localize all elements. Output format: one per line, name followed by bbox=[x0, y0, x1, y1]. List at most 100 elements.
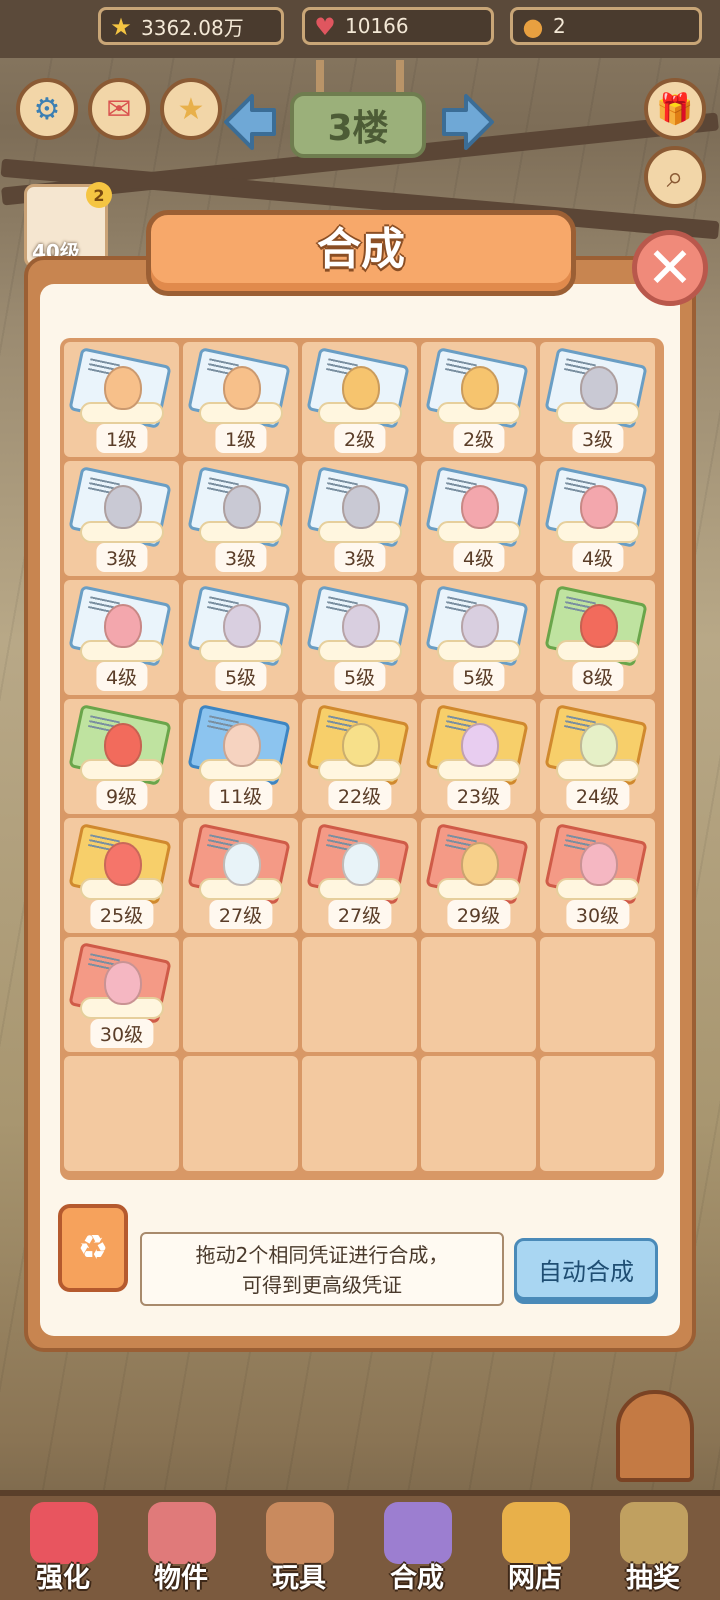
merge-slot-item[interactable]: 3级 bbox=[540, 342, 655, 457]
next-floor-arrow-icon[interactable] bbox=[440, 90, 496, 154]
gear-icon: ⚙ bbox=[33, 91, 61, 127]
egg-icon bbox=[461, 723, 499, 767]
merge-slot-empty[interactable] bbox=[421, 937, 536, 1052]
merge-slot-item[interactable]: 11级 bbox=[183, 699, 298, 814]
merge-slot-item[interactable]: 1级 bbox=[64, 342, 179, 457]
egg-icon bbox=[104, 723, 142, 767]
merge-slot-empty[interactable] bbox=[302, 1056, 417, 1171]
nav-label: 抽奖 bbox=[626, 1563, 680, 1594]
recycle-bin[interactable]: ♻ bbox=[58, 1204, 128, 1292]
merge-slot-empty[interactable] bbox=[302, 937, 417, 1052]
merge-slot-empty[interactable] bbox=[540, 1056, 655, 1171]
egg-icon bbox=[461, 485, 499, 529]
nav-label: 网店 bbox=[508, 1563, 562, 1594]
sign-rope bbox=[316, 60, 324, 96]
wheel-icon bbox=[620, 1502, 688, 1564]
merge-slot-item[interactable]: 3级 bbox=[302, 461, 417, 576]
nav-item-0[interactable]: 强化 bbox=[8, 1502, 118, 1598]
merge-slot-item[interactable]: 30级 bbox=[540, 818, 655, 933]
star-currency-value: 3362.08万 bbox=[141, 15, 244, 40]
item-level: 1级 bbox=[214, 424, 267, 453]
merge-slot-item[interactable]: 27级 bbox=[302, 818, 417, 933]
heart-icon: ♥ bbox=[314, 13, 336, 41]
merge-hint: 拖动2个相同凭证进行合成， 可得到更高级凭证 bbox=[140, 1232, 504, 1306]
merge-slot-item[interactable]: 4级 bbox=[421, 461, 536, 576]
merge-slot-item[interactable]: 9级 bbox=[64, 699, 179, 814]
merge-slot-item[interactable]: 3级 bbox=[64, 461, 179, 576]
merge-slot-item[interactable]: 25级 bbox=[64, 818, 179, 933]
merge-slot-empty[interactable] bbox=[421, 1056, 536, 1171]
merge-slot-item[interactable]: 5级 bbox=[421, 580, 536, 695]
settings-button[interactable]: ⚙ bbox=[16, 78, 78, 140]
merge-slot-item[interactable]: 22级 bbox=[302, 699, 417, 814]
egg-icon bbox=[104, 842, 142, 886]
nav-label: 玩具 bbox=[272, 1563, 326, 1594]
merge-slot-item[interactable]: 30级 bbox=[64, 937, 179, 1052]
heart-currency-value: 10166 bbox=[345, 14, 409, 38]
merge-slot-item[interactable]: 4级 bbox=[540, 461, 655, 576]
recycle-icon: ♻ bbox=[77, 1228, 109, 1268]
merge-slot-empty[interactable] bbox=[183, 1056, 298, 1171]
merge-slot-item[interactable]: 5级 bbox=[183, 580, 298, 695]
egg-icon bbox=[223, 366, 261, 410]
merge-slot-empty[interactable] bbox=[64, 1056, 179, 1171]
nav-item-1[interactable]: 物件 bbox=[126, 1502, 236, 1598]
nav-item-4[interactable]: 网店 bbox=[480, 1502, 590, 1598]
cat-house-icon bbox=[266, 1502, 334, 1564]
paw-coin-currency: ● 2 bbox=[510, 7, 702, 45]
egg-icon bbox=[104, 961, 142, 1005]
merge-slot-item[interactable]: 5级 bbox=[302, 580, 417, 695]
merge-slot-item[interactable]: 2级 bbox=[302, 342, 417, 457]
nav-label: 合成 bbox=[390, 1563, 444, 1594]
merge-slot-item[interactable]: 23级 bbox=[421, 699, 536, 814]
auto-merge-button[interactable]: 自动合成 bbox=[514, 1238, 658, 1300]
item-level: 23级 bbox=[446, 781, 511, 810]
egg-icon bbox=[104, 604, 142, 648]
item-level: 2级 bbox=[452, 424, 505, 453]
item-level: 2级 bbox=[333, 424, 386, 453]
egg-icon bbox=[223, 842, 261, 886]
item-level: 27级 bbox=[327, 900, 392, 929]
merge-slot-item[interactable]: 24级 bbox=[540, 699, 655, 814]
heart-currency: ♥ 10166 bbox=[302, 7, 494, 45]
merge-slot-item[interactable]: 8级 bbox=[540, 580, 655, 695]
nav-item-5[interactable]: 抽奖 bbox=[598, 1502, 708, 1598]
merge-slot-item[interactable]: 27级 bbox=[183, 818, 298, 933]
merge-slot-item[interactable]: 1级 bbox=[183, 342, 298, 457]
exit-door-button[interactable] bbox=[616, 1390, 694, 1482]
merge-slot-item[interactable]: 3级 bbox=[183, 461, 298, 576]
egg-icon bbox=[223, 723, 261, 767]
item-level: 4级 bbox=[452, 543, 505, 572]
nav-item-3[interactable]: 合成 bbox=[362, 1502, 472, 1598]
lollipop-icon bbox=[30, 1502, 98, 1564]
hint-line-1: 拖动2个相同凭证进行合成， bbox=[195, 1243, 449, 1267]
gift-button[interactable]: 🎁 bbox=[644, 78, 706, 140]
item-level: 29级 bbox=[446, 900, 511, 929]
item-level: 3级 bbox=[214, 543, 267, 572]
egg-icon bbox=[461, 604, 499, 648]
search-button[interactable]: ⌕ bbox=[644, 146, 706, 208]
egg-icon bbox=[104, 366, 142, 410]
merge-slot-item[interactable]: 29级 bbox=[421, 818, 536, 933]
item-level: 24级 bbox=[565, 781, 630, 810]
egg-icon bbox=[342, 485, 380, 529]
previous-floor-arrow-icon[interactable] bbox=[222, 90, 278, 154]
close-button[interactable]: ✕ bbox=[632, 230, 708, 306]
merge-slot-item[interactable]: 2级 bbox=[421, 342, 536, 457]
merge-slot-empty[interactable] bbox=[540, 937, 655, 1052]
mail-button[interactable]: ✉ bbox=[88, 78, 150, 140]
album-button[interactable]: ★ bbox=[160, 78, 222, 140]
item-level: 5级 bbox=[333, 662, 386, 691]
item-level: 11级 bbox=[208, 781, 273, 810]
egg-icon bbox=[104, 485, 142, 529]
merge-slot-item[interactable]: 4级 bbox=[64, 580, 179, 695]
nav-item-2[interactable]: 玩具 bbox=[244, 1502, 354, 1598]
egg-icon bbox=[342, 366, 380, 410]
egg-icon bbox=[580, 604, 618, 648]
egg-icon bbox=[580, 723, 618, 767]
merge-slot-empty[interactable] bbox=[183, 937, 298, 1052]
magnifier-icon: ⌕ bbox=[666, 159, 684, 195]
gift-icon: 🎁 bbox=[656, 91, 694, 127]
item-level: 5级 bbox=[452, 662, 505, 691]
item-level: 5级 bbox=[214, 662, 267, 691]
